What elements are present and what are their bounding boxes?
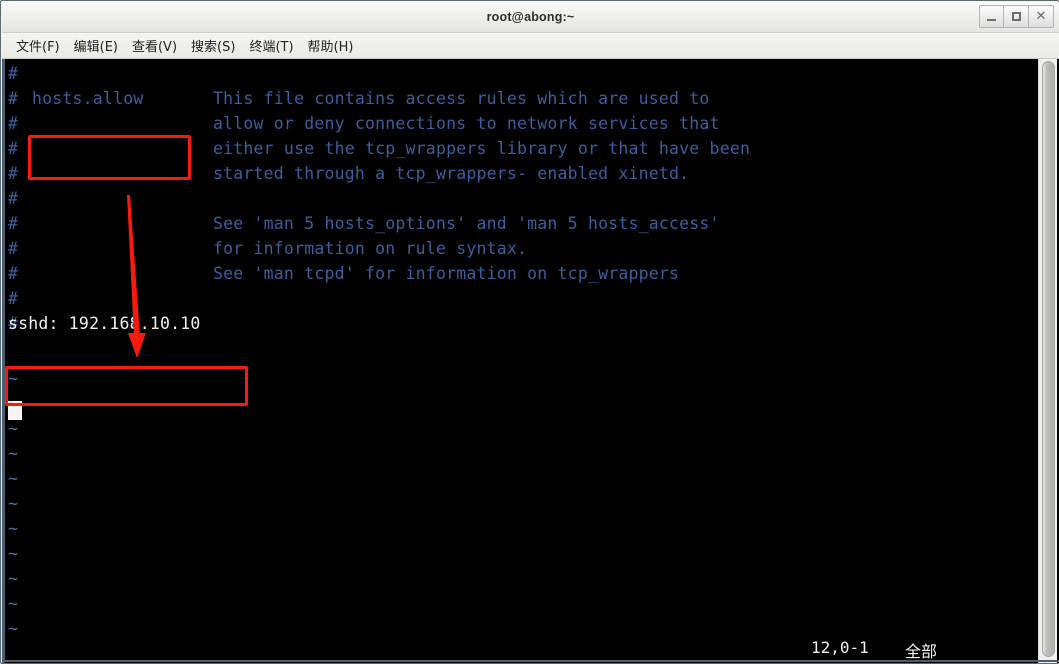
comment-hash: #: [8, 214, 19, 233]
terminal-scrollbar[interactable]: [1038, 59, 1057, 663]
vim-empty-marker: ~: [8, 519, 19, 538]
vim-empty-marker: ~: [8, 469, 19, 488]
comment-line: either use the tcp_wrappers library or t…: [213, 139, 751, 158]
terminal-body[interactable]: # # # # # # # # # # # hosts.allow This f…: [2, 59, 1059, 663]
comment-line: for information on rule syntax.: [213, 239, 528, 258]
window-title: root@abong:~: [486, 10, 575, 24]
comment-line: See 'man tcpd' for information on tcp_wr…: [213, 264, 680, 283]
vim-status-line: 12,0-1 全部: [5, 637, 1037, 661]
comment-hash: #: [8, 239, 19, 258]
comment-hash: #: [8, 114, 19, 133]
window-bottom-edge: [2, 660, 1059, 662]
menu-item-terminal[interactable]: 终端(T): [242, 34, 300, 57]
terminal-window: root@abong:~ ✕ 文件(F) 编辑(E) 查看(V) 搜索(S) 终…: [0, 0, 1059, 664]
comment-hash: #: [8, 64, 19, 83]
sshd-rule-line: sshd: 192.168.10.10: [8, 314, 201, 333]
comment-line: allow or deny connections to network ser…: [213, 114, 720, 133]
annotation-box-sshd-rule: [5, 366, 248, 406]
window-controls: ✕: [979, 5, 1054, 28]
comment-line: started through a tcp_wrappers- enabled …: [213, 164, 690, 183]
title-bar: root@abong:~ ✕: [2, 2, 1059, 33]
comment-hash: #: [8, 139, 19, 158]
scrollbar-thumb[interactable]: [1042, 61, 1055, 657]
vim-empty-marker: ~: [8, 494, 19, 513]
terminal-text-area[interactable]: # # # # # # # # # # # hosts.allow This f…: [5, 59, 1037, 663]
vim-empty-marker: ~: [8, 369, 19, 388]
comment-hash: #: [8, 164, 19, 183]
scroll-scope-indicator: 全部: [905, 642, 938, 661]
maximize-button[interactable]: [1004, 5, 1029, 28]
menu-item-help[interactable]: 帮助(H): [301, 34, 361, 57]
comment-hash: #: [8, 89, 19, 108]
vim-empty-marker: ~: [8, 419, 19, 438]
annotation-box-hosts-allow: [28, 135, 191, 180]
minimize-icon: [987, 19, 996, 21]
vim-empty-marker: ~: [8, 444, 19, 463]
menu-item-view[interactable]: 查看(V): [125, 34, 184, 57]
maximize-icon: [1011, 12, 1021, 21]
close-icon: ✕: [1035, 9, 1047, 24]
cursor-position-indicator: 12,0-1: [811, 638, 869, 657]
minimize-button[interactable]: [979, 5, 1004, 28]
menu-item-search[interactable]: 搜索(S): [184, 34, 242, 57]
comment-line: This file contains access rules which ar…: [213, 89, 710, 108]
comment-hash: #: [8, 289, 19, 308]
comment-hash: #: [8, 264, 19, 283]
comment-hash: #: [8, 189, 19, 208]
vim-empty-marker: ~: [8, 569, 19, 588]
comment-line: See 'man 5 hosts_options' and 'man 5 hos…: [213, 214, 720, 233]
vim-empty-marker: ~: [8, 544, 19, 563]
close-button[interactable]: ✕: [1029, 5, 1054, 28]
menu-item-edit[interactable]: 编辑(E): [67, 34, 125, 57]
menu-bar: 文件(F) 编辑(E) 查看(V) 搜索(S) 终端(T) 帮助(H): [2, 33, 1059, 59]
vim-empty-marker: ~: [8, 394, 19, 413]
vim-empty-marker: ~: [8, 594, 19, 613]
menu-item-file[interactable]: 文件(F): [9, 34, 67, 57]
hosts-allow-token: hosts.allow: [32, 89, 144, 108]
